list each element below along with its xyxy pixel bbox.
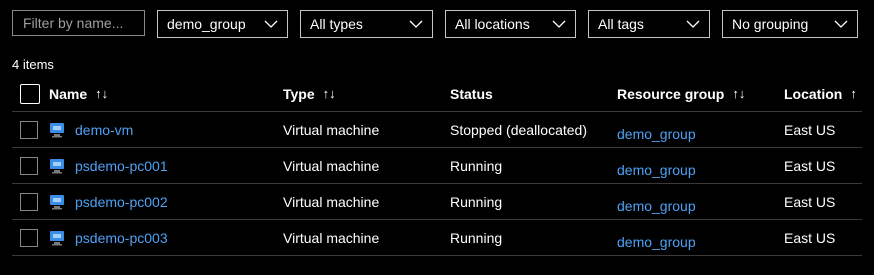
column-header-type[interactable]: Type ↑↓ [283,76,336,111]
resource-group-link[interactable]: demo_group [617,126,696,142]
resource-group-filter-dropdown[interactable]: demo_group [157,10,288,38]
filter-bar: demo_group All types All locations All t… [12,10,862,38]
location-cell: East US [784,193,836,210]
column-header-location-label: Location [784,85,843,102]
type-cell: Virtual machine [283,121,380,138]
location-cell: East US [784,121,836,138]
type-cell: Virtual machine [283,229,380,246]
tags-filter-dropdown[interactable]: All tags [588,10,710,38]
sort-arrows-icon[interactable]: ↑↓ [732,86,745,101]
column-header-name-label: Name [49,85,88,102]
status-cell: Running [450,157,503,174]
resource-name-link[interactable]: psdemo-pc002 [75,194,168,210]
row-checkbox[interactable] [20,157,38,175]
grouping-dropdown[interactable]: No grouping [722,10,858,38]
location-filter-label: All locations [455,16,530,32]
name-cell: psdemo-pc002 [49,184,168,219]
column-header-name[interactable]: Name ↑↓ [49,76,108,111]
column-header-location[interactable]: Location ↑ [784,76,857,111]
status-cell: Running [450,229,503,246]
sort-ascending-icon[interactable]: ↑ [850,86,857,101]
grouping-label: No grouping [732,16,809,32]
resources-table: Name ↑↓ Type ↑↓ Status Resource group ↑↓… [12,76,862,256]
virtual-machine-icon [50,158,64,173]
resource-name-link[interactable]: demo-vm [75,122,133,138]
column-header-resource-group-label: Resource group [617,85,725,102]
chevron-down-icon [409,20,423,28]
table-row[interactable]: psdemo-pc003 Virtual machine Running dem… [12,220,862,256]
location-filter-dropdown[interactable]: All locations [445,10,576,38]
type-filter-label: All types [310,16,363,32]
sort-arrows-icon[interactable]: ↑↓ [323,86,336,101]
column-header-status: Status [450,76,493,111]
row-checkbox[interactable] [20,229,38,247]
chevron-down-icon [686,20,700,28]
select-all-cell [12,76,42,111]
resource-name-link[interactable]: psdemo-pc003 [75,230,168,246]
type-cell: Virtual machine [283,157,380,174]
resource-group-cell: demo_group [617,148,696,187]
status-cell: Stopped (deallocated) [450,121,587,138]
item-count: 4 items [12,57,54,72]
name-cell: psdemo-pc001 [49,148,168,183]
location-cell: East US [784,157,836,174]
resource-group-link[interactable]: demo_group [617,234,696,250]
column-header-resource-group[interactable]: Resource group ↑↓ [617,76,745,111]
resource-group-link[interactable]: demo_group [617,162,696,178]
resource-group-cell: demo_group [617,220,696,259]
table-header-row: Name ↑↓ Type ↑↓ Status Resource group ↑↓… [12,76,862,112]
chevron-down-icon [264,20,278,28]
location-cell: East US [784,229,836,246]
resource-group-filter-label: demo_group [167,16,246,32]
resource-name-link[interactable]: psdemo-pc001 [75,158,168,174]
tags-filter-label: All tags [598,16,644,32]
status-cell: Running [450,193,503,210]
virtual-machine-icon [50,230,64,245]
name-cell: psdemo-pc003 [49,220,168,255]
chevron-down-icon [552,20,566,28]
row-checkbox[interactable] [20,121,38,139]
type-filter-dropdown[interactable]: All types [300,10,433,38]
table-row[interactable]: demo-vm Virtual machine Stopped (dealloc… [12,112,862,148]
table-row[interactable]: psdemo-pc002 Virtual machine Running dem… [12,184,862,220]
virtual-machine-icon [50,194,64,209]
name-cell: demo-vm [49,112,133,147]
virtual-machine-icon [50,122,64,137]
resource-group-link[interactable]: demo_group [617,198,696,214]
row-checkbox[interactable] [20,193,38,211]
type-cell: Virtual machine [283,193,380,210]
select-all-checkbox[interactable] [20,83,40,104]
resource-group-cell: demo_group [617,184,696,223]
column-header-type-label: Type [283,85,315,102]
sort-arrows-icon[interactable]: ↑↓ [95,86,108,101]
resource-group-cell: demo_group [617,112,696,151]
chevron-down-icon [834,20,848,28]
filter-by-name-input[interactable] [12,10,145,36]
column-header-status-label: Status [450,85,493,102]
table-row[interactable]: psdemo-pc001 Virtual machine Running dem… [12,148,862,184]
